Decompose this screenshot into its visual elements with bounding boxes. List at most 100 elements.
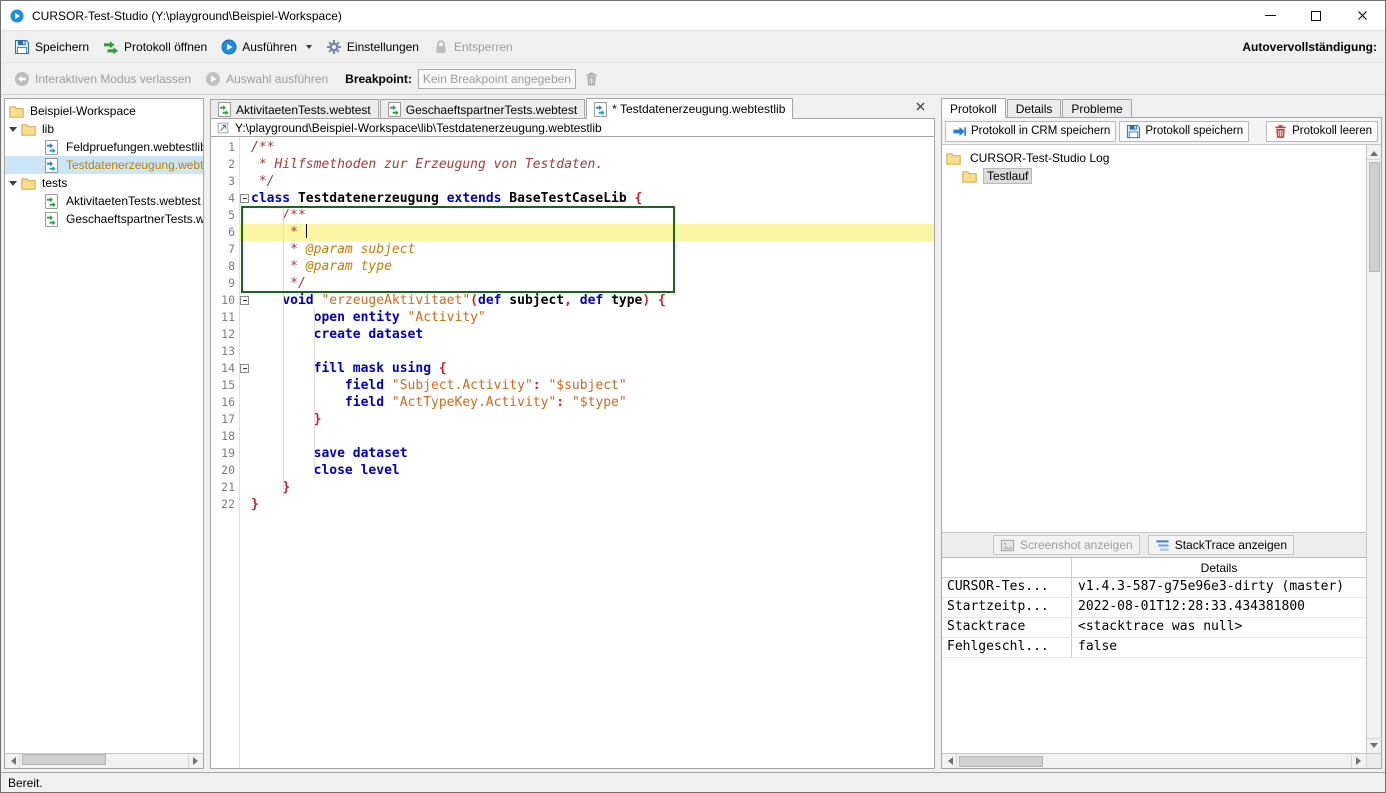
scroll-left-button[interactable] — [5, 754, 20, 768]
leave-interactive-icon — [14, 71, 30, 87]
main-toolbar: Speichern Protokoll öffnen Ausführen Ein… — [1, 31, 1385, 63]
code-line[interactable]: 8 * @param type — [211, 258, 934, 275]
log-tree-item[interactable]: CURSOR-Test-Studio Log — [942, 149, 1366, 167]
scrollbar-thumb[interactable] — [959, 756, 1043, 767]
tree-item-label: lib — [42, 122, 54, 136]
expander-icon[interactable] — [9, 181, 17, 186]
code-line[interactable]: 9 */ — [211, 275, 934, 292]
text-caret — [306, 224, 308, 238]
code-line[interactable]: 20 close level — [211, 462, 934, 479]
code-editor[interactable]: 1/**2 * Hilfsmethoden zur Erzeugung von … — [210, 137, 935, 769]
editor-tab[interactable]: * Testdatenerzeugung.webtestlib — [586, 98, 793, 119]
editor-tab[interactable]: GeschaeftspartnerTests.webtest — [380, 99, 585, 119]
code-line[interactable]: 5 /** — [211, 207, 934, 224]
scrollbar-thumb[interactable] — [22, 754, 106, 765]
scroll-left-button[interactable] — [942, 754, 957, 768]
show-screenshot-label: Screenshot anzeigen — [1020, 538, 1133, 552]
tree-item[interactable]: GeschaeftspartnerTests.webtest — [5, 210, 203, 228]
code-line[interactable]: 18 — [211, 428, 934, 445]
editor-tab[interactable]: AktivitaetenTests.webtest — [210, 99, 379, 119]
line-number: 10 — [211, 292, 239, 309]
tab-details[interactable]: Details — [1007, 99, 1062, 118]
fold-collapse-icon[interactable] — [240, 194, 249, 203]
code-line[interactable]: 14 fill mask using { — [211, 360, 934, 377]
tab-probleme[interactable]: Probleme — [1062, 99, 1131, 118]
details-row[interactable]: Startzeitp...2022-08-01T12:28:33.4343818… — [942, 598, 1366, 618]
details-row[interactable]: Fehlgeschl...false — [942, 638, 1366, 658]
code-text: field "Subject.Activity": "$subject" — [251, 377, 934, 394]
minimize-button[interactable] — [1247, 1, 1293, 30]
maximize-button[interactable] — [1293, 1, 1339, 30]
scroll-down-button[interactable] — [1367, 738, 1382, 753]
scroll-right-button[interactable] — [1351, 754, 1366, 768]
code-lines: 1/**2 * Hilfsmethoden zur Erzeugung von … — [211, 137, 934, 513]
tree-item[interactable]: Beispiel-Workspace — [5, 102, 203, 120]
breakpoint-input[interactable] — [418, 69, 576, 89]
line-number: 21 — [211, 479, 239, 496]
save-protocol-button[interactable]: Protokoll speichern — [1119, 121, 1249, 142]
details-row-name: Fehlgeschl... — [942, 638, 1072, 657]
tree-item[interactable]: Testdatenerzeugung.webtestlib — [5, 156, 203, 174]
code-line[interactable]: 11 open entity "Activity" — [211, 309, 934, 326]
save-protocol-crm-button[interactable]: Protokoll in CRM speichern — [945, 121, 1116, 142]
sidebar-hscrollbar[interactable] — [5, 753, 203, 768]
scroll-up-button[interactable] — [1367, 145, 1382, 160]
save-button[interactable]: Speichern — [7, 36, 96, 58]
code-line[interactable]: 21 } — [211, 479, 934, 496]
code-line[interactable]: 13 — [211, 343, 934, 360]
run-button[interactable]: Ausführen — [214, 36, 319, 58]
close-tab-button[interactable] — [906, 100, 935, 119]
details-row[interactable]: CURSOR-Tes...v1.4.3-587-g75e96e3-dirty (… — [942, 578, 1366, 598]
code-text: field "ActTypeKey.Activity": "$type" — [251, 394, 934, 411]
code-line[interactable]: 15 field "Subject.Activity": "$subject" — [211, 377, 934, 394]
code-line[interactable]: 22} — [211, 496, 934, 513]
expander-icon[interactable] — [9, 127, 17, 132]
open-protocol-button[interactable]: Protokoll öffnen — [96, 36, 214, 58]
code-text: fill mask using { — [251, 360, 934, 377]
code-line[interactable]: 1/** — [211, 139, 934, 156]
webtestlib-file-icon — [45, 158, 62, 173]
fold-collapse-icon[interactable] — [240, 364, 249, 373]
code-line[interactable]: 4class Testdatenerzeugung extends BaseTe… — [211, 190, 934, 207]
code-line[interactable]: 16 field "ActTypeKey.Activity": "$type" — [211, 394, 934, 411]
fold-collapse-icon[interactable] — [240, 296, 249, 305]
tree-item[interactable]: tests — [5, 174, 203, 192]
protocol-content: CURSOR-Test-Studio LogTestlauf Screensho… — [942, 145, 1381, 753]
scroll-right-button[interactable] — [188, 754, 203, 768]
scrollbar-track[interactable] — [106, 754, 188, 768]
line-number: 6 — [211, 224, 239, 241]
show-stacktrace-button[interactable]: StackTrace anzeigen — [1148, 535, 1294, 555]
code-line[interactable]: 7 * @param subject — [211, 241, 934, 258]
details-header-label: Details — [1072, 558, 1366, 577]
code-line[interactable]: 2 * Hilfsmethoden zur Erzeugung von Test… — [211, 156, 934, 173]
clear-protocol-button[interactable]: Protokoll leeren — [1266, 121, 1378, 142]
details-rows: CURSOR-Tes...v1.4.3-587-g75e96e3-dirty (… — [942, 578, 1366, 658]
tab-protokoll[interactable]: Protokoll — [941, 98, 1006, 118]
code-line[interactable]: 17 } — [211, 411, 934, 428]
log-tree-item[interactable]: Testlauf — [942, 167, 1366, 185]
line-number: 4 — [211, 190, 239, 207]
line-number: 11 — [211, 309, 239, 326]
tree-item[interactable]: Feldpruefungen.webtestlib — [5, 138, 203, 156]
webtestlib-file-icon — [594, 102, 608, 117]
code-line[interactable]: 3 */ — [211, 173, 934, 190]
tree-item[interactable]: lib — [5, 120, 203, 138]
tree-item[interactable]: AktivitaetenTests.webtest — [5, 192, 203, 210]
code-text: * @param type — [251, 258, 934, 275]
delete-breakpoint-button[interactable] — [580, 67, 604, 91]
protocol-toolbar: Protokoll in CRM speichern Protokoll spe… — [942, 118, 1381, 145]
run-dropdown-icon[interactable] — [306, 45, 312, 52]
details-row[interactable]: Stacktrace<stacktrace was null> — [942, 618, 1366, 638]
protocol-hscrollbar[interactable] — [942, 753, 1381, 768]
code-line[interactable]: 12 create dataset — [211, 326, 934, 343]
code-line[interactable]: 19 save dataset — [211, 445, 934, 462]
settings-button[interactable]: Einstellungen — [319, 36, 426, 58]
show-stacktrace-label: StackTrace anzeigen — [1175, 538, 1287, 552]
scrollbar-thumb[interactable] — [1369, 162, 1380, 272]
line-number: 7 — [211, 241, 239, 258]
line-number: 3 — [211, 173, 239, 190]
protocol-vscrollbar[interactable] — [1366, 145, 1381, 753]
code-line[interactable]: 6 * — [211, 224, 934, 241]
close-button[interactable] — [1339, 1, 1385, 30]
code-line[interactable]: 10 void "erzeugeAktivitaet"(def subject,… — [211, 292, 934, 309]
